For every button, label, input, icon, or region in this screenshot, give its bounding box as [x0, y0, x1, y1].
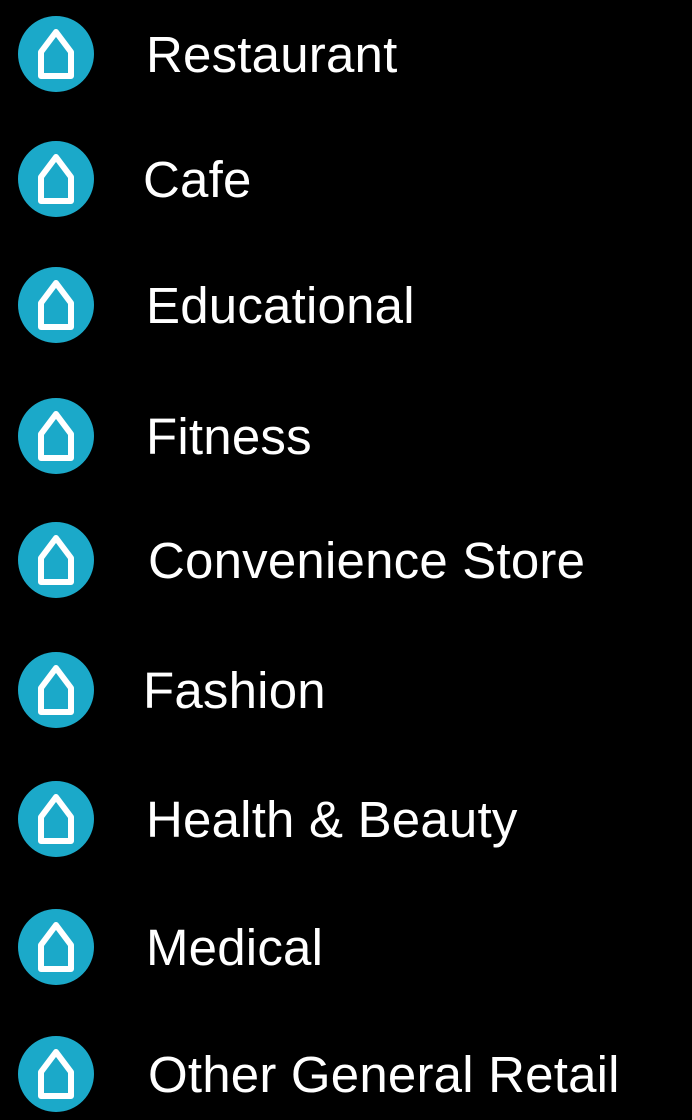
- category-item-medical[interactable]: Medical: [0, 907, 692, 993]
- category-label: Health & Beauty: [146, 791, 518, 848]
- category-item-fashion[interactable]: Fashion: [0, 650, 692, 736]
- category-label: Other General Retail: [148, 1046, 620, 1103]
- category-label: Fashion: [143, 662, 326, 719]
- category-label: Educational: [146, 277, 415, 334]
- category-item-fitness[interactable]: Fitness: [0, 396, 692, 482]
- house-icon: [16, 650, 96, 730]
- house-icon: [16, 520, 96, 600]
- category-label: Convenience Store: [148, 532, 586, 589]
- house-icon: [16, 396, 96, 476]
- category-list: Restaurant Cafe Educational Fitness Conv…: [0, 0, 692, 1112]
- category-label: Restaurant: [146, 26, 398, 83]
- category-label: Cafe: [143, 151, 252, 208]
- category-label: Medical: [146, 919, 324, 976]
- house-icon: [16, 907, 96, 987]
- category-item-health-beauty[interactable]: Health & Beauty: [0, 779, 692, 865]
- category-label: Fitness: [146, 408, 312, 465]
- house-icon: [16, 265, 96, 345]
- category-item-other-general-retail[interactable]: Other General Retail: [0, 1034, 692, 1120]
- category-item-restaurant[interactable]: Restaurant: [0, 14, 692, 100]
- house-icon: [16, 779, 96, 859]
- house-icon: [16, 14, 96, 94]
- house-icon: [16, 139, 96, 219]
- category-item-cafe[interactable]: Cafe: [0, 139, 692, 225]
- house-icon: [16, 1034, 96, 1114]
- category-item-educational[interactable]: Educational: [0, 265, 692, 351]
- category-item-convenience-store[interactable]: Convenience Store: [0, 520, 692, 606]
